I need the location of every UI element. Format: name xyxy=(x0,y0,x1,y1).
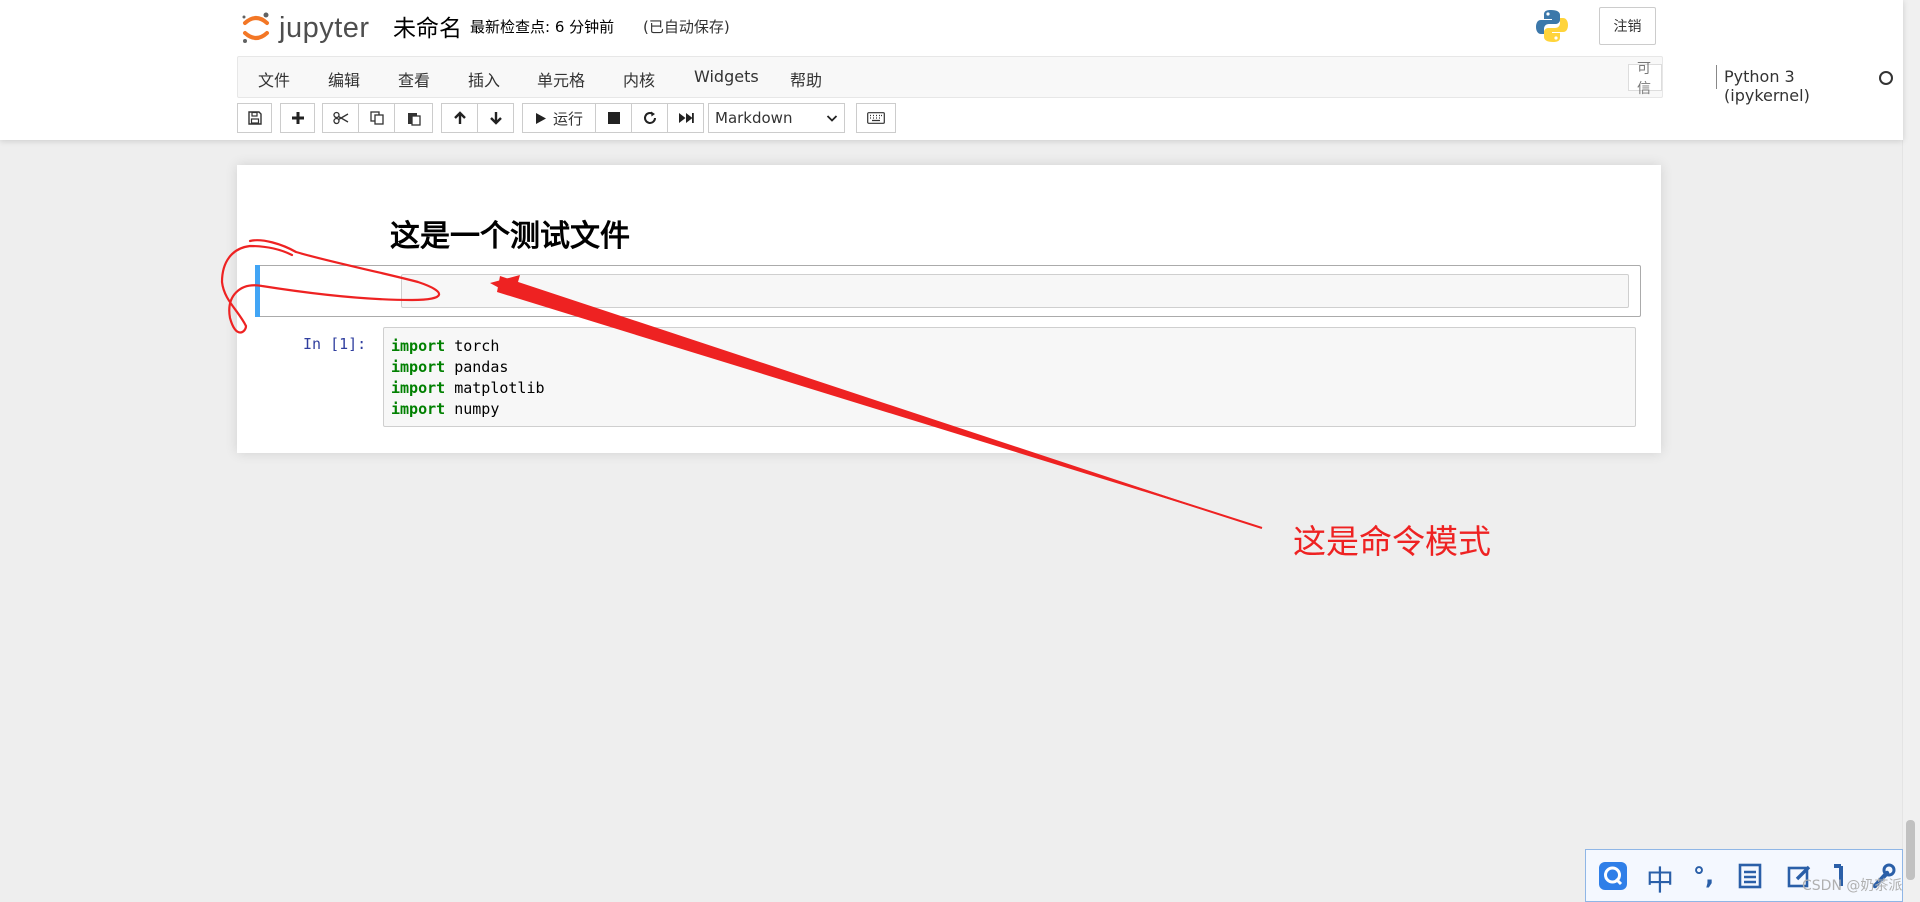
annotation-label: 这是命令模式 xyxy=(1293,522,1491,561)
keyboard-icon xyxy=(867,112,885,124)
menu-kernel[interactable]: 内核 xyxy=(623,67,655,91)
checkpoint-status: 最新检查点: 6 分钟前 xyxy=(470,18,615,36)
trusted-badge[interactable]: 可信 xyxy=(1628,61,1662,97)
chevron-down-icon xyxy=(826,115,838,122)
save-icon xyxy=(247,111,262,125)
insert-cell-button[interactable] xyxy=(280,103,315,133)
ime-q-icon[interactable] xyxy=(1599,862,1627,894)
cut-button[interactable] xyxy=(322,103,359,133)
code-cell-input[interactable]: import torch import pandas import matplo… xyxy=(383,327,1636,427)
jupyter-logo-text: jupyter xyxy=(279,11,370,44)
jupyter-logo[interactable]: jupyter xyxy=(241,8,370,48)
notebook-container: 这是一个测试文件 In [1]: import torch import pan… xyxy=(237,165,1661,453)
code-line: import matplotlib xyxy=(391,379,545,397)
restart-button[interactable] xyxy=(631,103,668,133)
ime-punctuation-mode[interactable]: °, xyxy=(1693,862,1714,890)
page-scrollbar[interactable] xyxy=(1902,0,1920,902)
logout-button[interactable]: 注销 xyxy=(1599,7,1656,45)
ime-chinese-mode[interactable]: 中 xyxy=(1646,859,1674,899)
kernel-name[interactable]: Python 3 (ipykernel) xyxy=(1724,67,1810,105)
header: jupyter 未命名 最新检查点: 6 分钟前 (已自动保存) 注销 文件 编… xyxy=(0,0,1903,140)
kernel-separator xyxy=(1716,65,1717,89)
interrupt-button[interactable] xyxy=(595,103,632,133)
play-icon xyxy=(535,112,546,124)
cell-type-select[interactable]: Markdown xyxy=(708,103,845,133)
plus-icon xyxy=(291,112,304,124)
menu-view[interactable]: 查看 xyxy=(398,67,430,91)
selected-markdown-cell[interactable] xyxy=(255,265,1641,317)
copy-button[interactable] xyxy=(358,103,395,133)
menu-edit[interactable]: 编辑 xyxy=(328,67,360,91)
menu-file[interactable]: 文件 xyxy=(258,67,290,91)
menu-widgets[interactable]: Widgets xyxy=(694,67,759,86)
paste-icon xyxy=(407,112,421,126)
run-button[interactable]: 运行 xyxy=(522,103,596,133)
jupyter-logo-icon xyxy=(242,12,269,43)
refresh-icon xyxy=(643,111,656,124)
markdown-heading[interactable]: 这是一个测试文件 xyxy=(390,211,630,255)
command-palette-button[interactable] xyxy=(856,103,896,133)
autosave-status: (已自动保存) xyxy=(643,18,730,36)
scrollbar-thumb[interactable] xyxy=(1906,820,1915,880)
scissors-icon xyxy=(332,111,348,125)
code-line: import torch xyxy=(391,337,500,355)
menu-cell[interactable]: 单元格 xyxy=(537,67,585,91)
stop-icon xyxy=(607,112,620,124)
restart-run-all-button[interactable] xyxy=(667,103,704,133)
command-mode-bar xyxy=(255,265,260,317)
watermark: CSDN @奶茶派 xyxy=(1802,878,1903,894)
arrow-up-icon xyxy=(453,111,466,124)
notebook-name[interactable]: 未命名 xyxy=(393,9,462,43)
code-line: import pandas xyxy=(391,358,509,376)
code-line: import numpy xyxy=(391,400,500,418)
paste-button[interactable] xyxy=(394,103,433,133)
fast-forward-icon xyxy=(678,113,694,123)
cell-type-value: Markdown xyxy=(715,109,793,127)
move-up-button[interactable] xyxy=(441,103,478,133)
copy-icon xyxy=(369,111,384,125)
ime-keyboard-icon[interactable] xyxy=(1738,863,1762,893)
empty-cell-input[interactable] xyxy=(401,274,1629,308)
arrow-down-icon xyxy=(489,112,502,125)
kernel-idle-indicator-icon xyxy=(1879,71,1893,85)
menu-insert[interactable]: 插入 xyxy=(468,67,500,91)
input-prompt: In [1]: xyxy=(303,335,367,353)
save-button[interactable] xyxy=(237,103,272,133)
python-logo-icon xyxy=(1534,8,1570,48)
run-button-label: 运行 xyxy=(552,109,583,128)
menu-help[interactable]: 帮助 xyxy=(790,67,822,91)
move-down-button[interactable] xyxy=(477,103,514,133)
menubar: 文件 编辑 查看 插入 单元格 内核 Widgets 帮助 可信 Python … xyxy=(237,56,1893,105)
